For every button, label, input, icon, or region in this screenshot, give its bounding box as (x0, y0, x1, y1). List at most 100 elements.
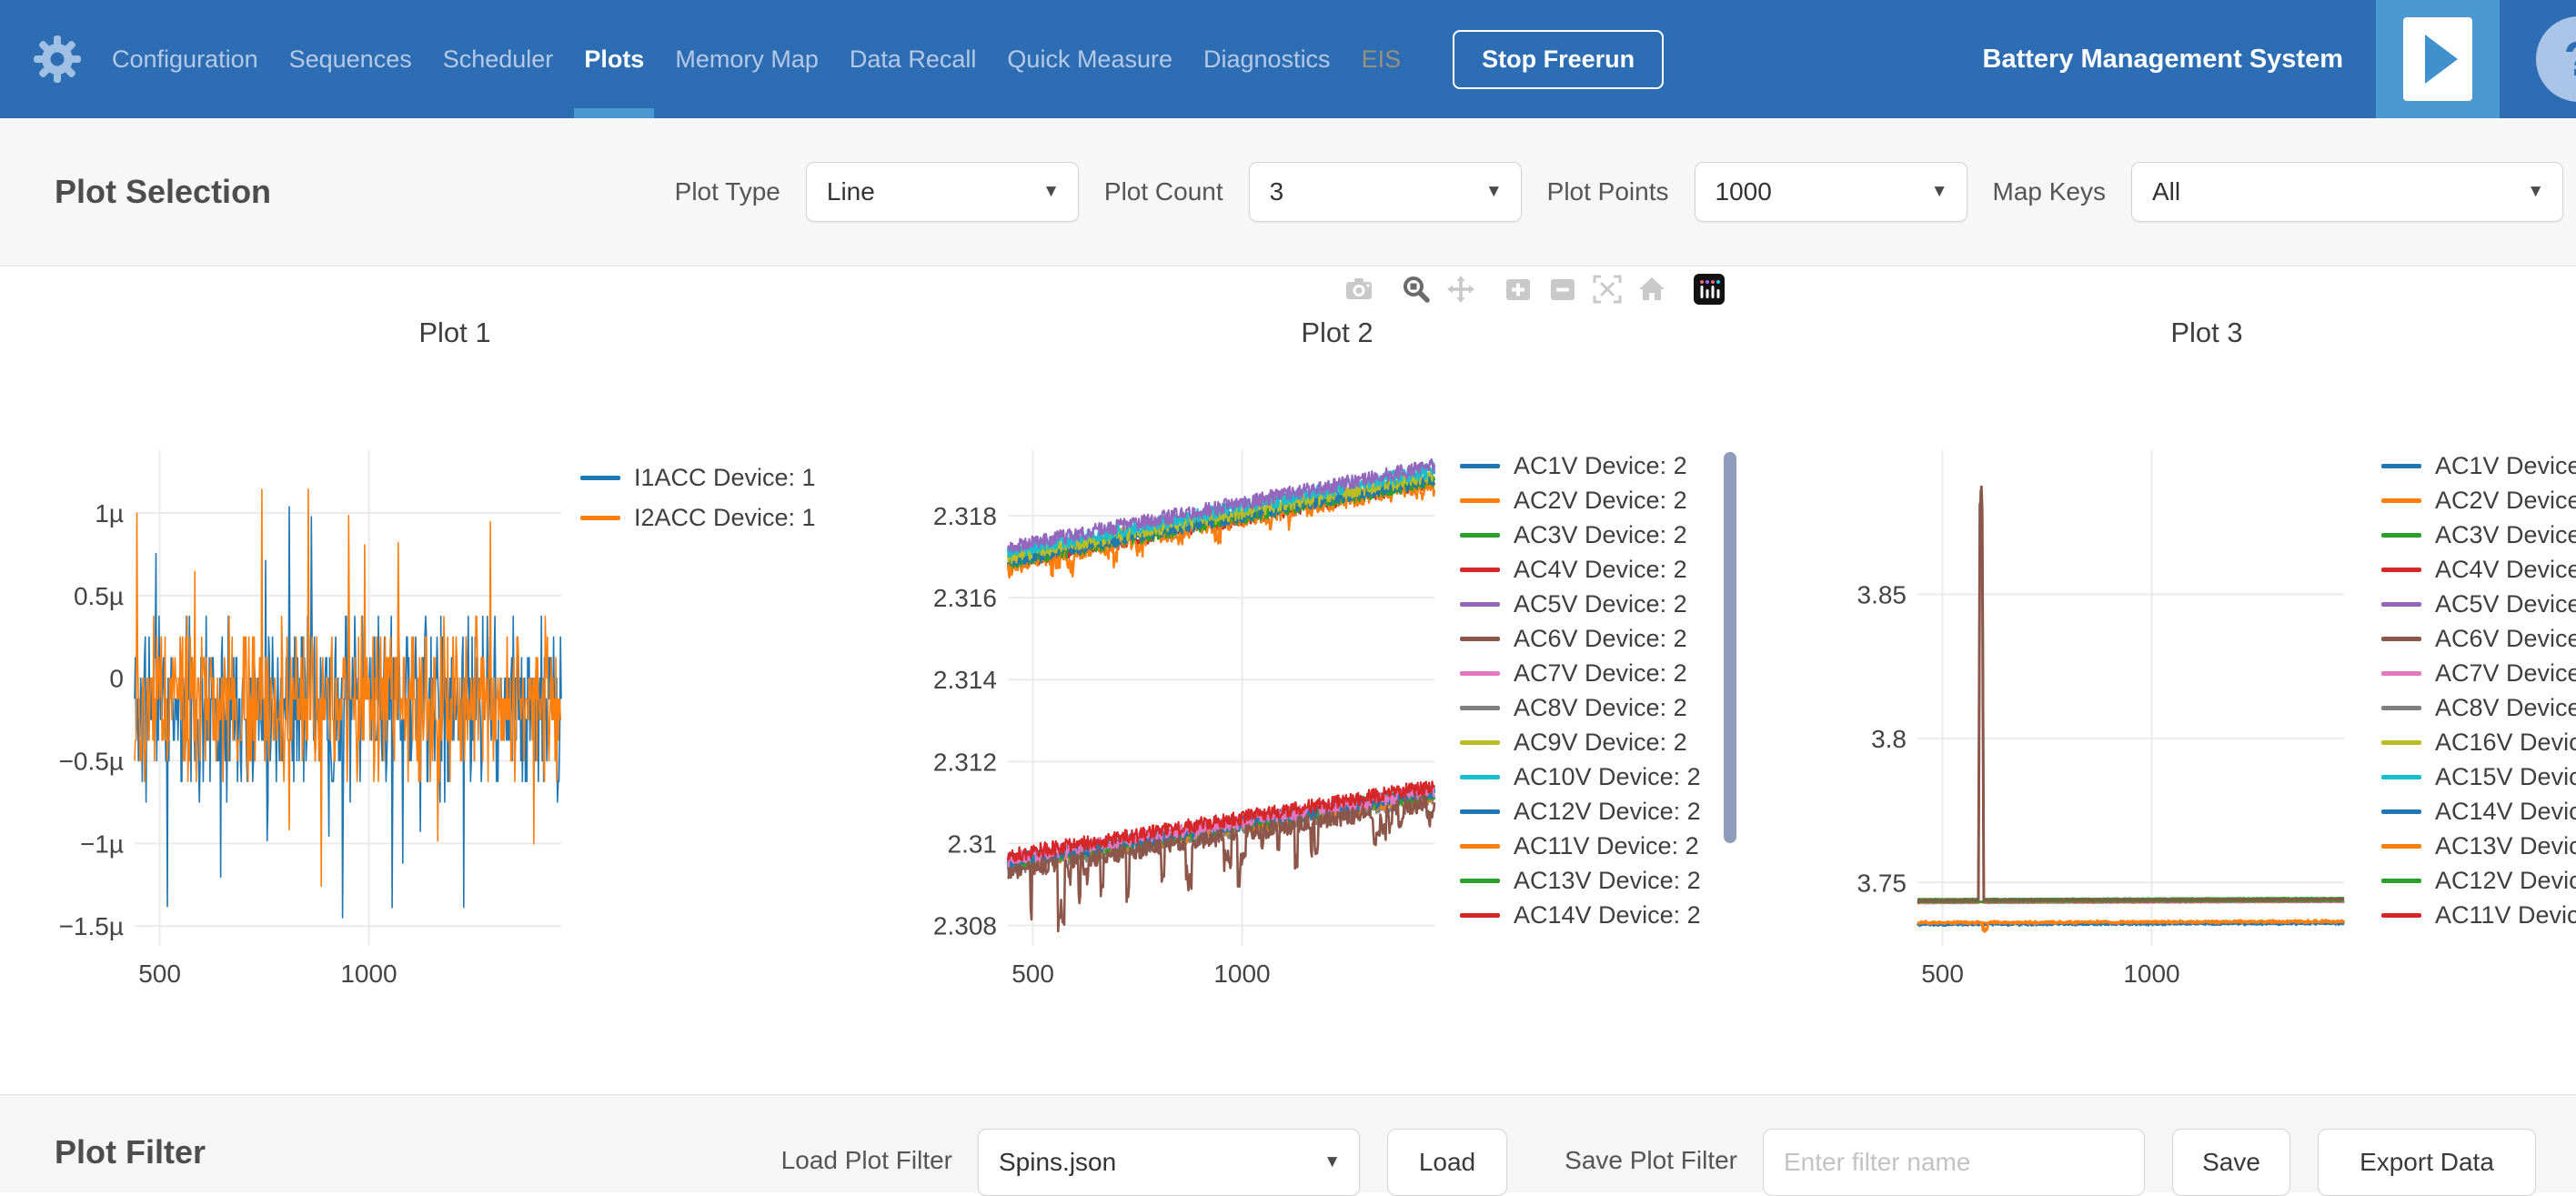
legend-label: AC16V Device: (2435, 729, 2576, 757)
select-plot-count[interactable]: 3▼ (1249, 162, 1522, 222)
legend-item[interactable]: AC7V Device: 2 (1460, 656, 1742, 690)
legend-item[interactable]: AC14V Device: 2 (1460, 898, 1742, 932)
load-filter-select[interactable]: Spins.json ▼ (978, 1129, 1360, 1196)
legend-line-swatch (2381, 637, 2421, 641)
legend-line-swatch (2381, 602, 2421, 607)
legend-line-swatch (2381, 879, 2421, 883)
nav-item-sequences[interactable]: Sequences (274, 0, 428, 118)
legend-item[interactable]: AC5V Device: 3 (2381, 587, 2576, 621)
legend-item[interactable]: AC16V Device: (2381, 725, 2576, 759)
gear-icon[interactable] (33, 35, 82, 84)
legend-item[interactable]: AC6V Device: 2 (1460, 621, 1742, 656)
help-zone: ? (2500, 0, 2576, 118)
y-tick-label: 2.316 (933, 584, 997, 612)
load-filter-value: Spins.json (999, 1148, 1116, 1177)
x-tick-label: 1000 (1213, 960, 1270, 988)
legend-item[interactable]: AC1V Device: 3 (2381, 448, 2576, 483)
plot-filter-bar: Plot Filter Load Plot Filter Spins.json … (0, 1094, 2576, 1192)
plot-title: Plot 1 (55, 317, 855, 355)
legend-label: AC1V Device: 3 (2435, 452, 2576, 480)
y-tick-label: −1.5µ (59, 912, 124, 940)
play-button[interactable] (2376, 0, 2500, 118)
legend-item[interactable]: AC15V Device: (2381, 759, 2576, 794)
filter-name-input[interactable] (1763, 1129, 2145, 1196)
legend-line-swatch (1460, 706, 1500, 710)
legend-label: AC2V Device: 2 (1514, 487, 1687, 515)
legend-item[interactable]: AC7V Device: 3 (2381, 656, 2576, 690)
x-tick-label: 500 (1011, 960, 1054, 988)
plot-canvas-2[interactable]: 2.3182.3162.3142.3122.312.3085001000 (928, 443, 1442, 1011)
legend-item[interactable]: AC3V Device: 2 (1460, 518, 1742, 552)
zoom-icon[interactable] (1401, 274, 1432, 305)
plotly-logo-icon[interactable] (1694, 274, 1725, 305)
legend-scrollbar[interactable] (1724, 452, 1736, 843)
nav-item-data-recall[interactable]: Data Recall (834, 0, 992, 118)
legend-item[interactable]: AC1V Device: 2 (1460, 448, 1742, 483)
legend-line-swatch (2381, 913, 2421, 918)
pan-icon[interactable] (1445, 274, 1476, 305)
nav-item-diagnostics[interactable]: Diagnostics (1188, 0, 1346, 118)
legend-item[interactable]: I1ACC Device: 1 (580, 457, 816, 497)
nav-item-memory-map[interactable]: Memory Map (659, 0, 834, 118)
select-plot-points[interactable]: 1000▼ (1695, 162, 1967, 222)
y-tick-label: −0.5µ (59, 748, 124, 776)
legend-label: AC7V Device: 2 (1514, 659, 1687, 688)
plot-canvas-1[interactable]: 1µ0.5µ0−0.5µ−1µ−1.5µ5001000 (55, 443, 569, 1011)
load-button[interactable]: Load (1387, 1129, 1507, 1196)
legend-item[interactable]: AC11V Device: (2381, 898, 2576, 932)
legend-line-swatch (2381, 533, 2421, 538)
legend-line-swatch (2381, 809, 2421, 814)
x-tick-label: 500 (1921, 960, 1964, 988)
legend-item[interactable]: AC12V Device: (2381, 863, 2576, 898)
legend-line-swatch (2381, 464, 2421, 468)
y-tick-label: 2.318 (933, 502, 997, 530)
legend-item[interactable]: AC12V Device: 2 (1460, 794, 1742, 829)
save-button[interactable]: Save (2172, 1129, 2290, 1196)
legend-item[interactable]: AC2V Device: 3 (2381, 483, 2576, 518)
legend-label: AC13V Device: (2435, 832, 2576, 860)
nav-item-plots[interactable]: Plots (569, 0, 659, 118)
plot-canvas-3[interactable]: 3.853.83.755001000 (1837, 443, 2351, 1011)
y-tick-label: 3.8 (1871, 725, 1907, 753)
y-tick-label: 2.31 (948, 829, 998, 858)
plot-panel-2: Plot 22.3182.3162.3142.3122.312.30850010… (928, 317, 1746, 1011)
legend-label: AC2V Device: 3 (2435, 487, 2576, 515)
legend-item[interactable]: AC6V Device: 3 (2381, 621, 2576, 656)
legend-item[interactable]: AC13V Device: 2 (1460, 863, 1742, 898)
legend-item[interactable]: AC10V Device: 2 (1460, 759, 1742, 794)
legend-line-swatch (1460, 602, 1500, 607)
legend-item[interactable]: AC8V Device: 2 (1460, 690, 1742, 725)
home-icon[interactable] (1636, 274, 1667, 305)
nav-item-quick-measure[interactable]: Quick Measure (991, 0, 1188, 118)
legend-item[interactable]: AC9V Device: 2 (1460, 725, 1742, 759)
legend-item[interactable]: AC4V Device: 2 (1460, 552, 1742, 587)
legend-item[interactable]: AC4V Device: 3 (2381, 552, 2576, 587)
legend-item[interactable]: AC3V Device: 3 (2381, 518, 2576, 552)
autoscale-icon[interactable] (1592, 274, 1623, 305)
plotly-modebar (1343, 274, 1725, 305)
legend-item[interactable]: AC8V Device: 3 (2381, 690, 2576, 725)
select-plot-type[interactable]: Line▼ (806, 162, 1079, 222)
legend-item[interactable]: AC5V Device: 2 (1460, 587, 1742, 621)
nav-item-scheduler[interactable]: Scheduler (428, 0, 569, 118)
plot-filter-heading: Plot Filter (55, 1133, 206, 1171)
legend-item[interactable]: AC14V Device: (2381, 794, 2576, 829)
zoom-in-icon[interactable] (1503, 274, 1534, 305)
y-tick-label: 3.75 (1857, 869, 1907, 897)
select-map-keys[interactable]: All▼ (2131, 162, 2563, 222)
zoom-out-icon[interactable] (1547, 274, 1578, 305)
stop-freerun-button[interactable]: Stop Freerun (1453, 30, 1664, 89)
legend-item[interactable]: AC13V Device: (2381, 829, 2576, 863)
camera-icon[interactable] (1343, 274, 1374, 305)
help-question-icon[interactable]: ? (2536, 16, 2576, 102)
legend-label: AC7V Device: 3 (2435, 659, 2576, 688)
export-data-button[interactable]: Export Data (2318, 1129, 2536, 1196)
legend-item[interactable]: AC2V Device: 2 (1460, 483, 1742, 518)
legend-label: AC4V Device: 3 (2435, 556, 2576, 584)
legend-item[interactable]: AC11V Device: 2 (1460, 829, 1742, 863)
legend-item[interactable]: I2ACC Device: 1 (580, 497, 816, 538)
nav-item-configuration[interactable]: Configuration (96, 0, 274, 118)
legend-line-swatch (1460, 464, 1500, 468)
chevron-down-icon: ▼ (2527, 182, 2544, 202)
chevron-down-icon: ▼ (1485, 182, 1503, 202)
